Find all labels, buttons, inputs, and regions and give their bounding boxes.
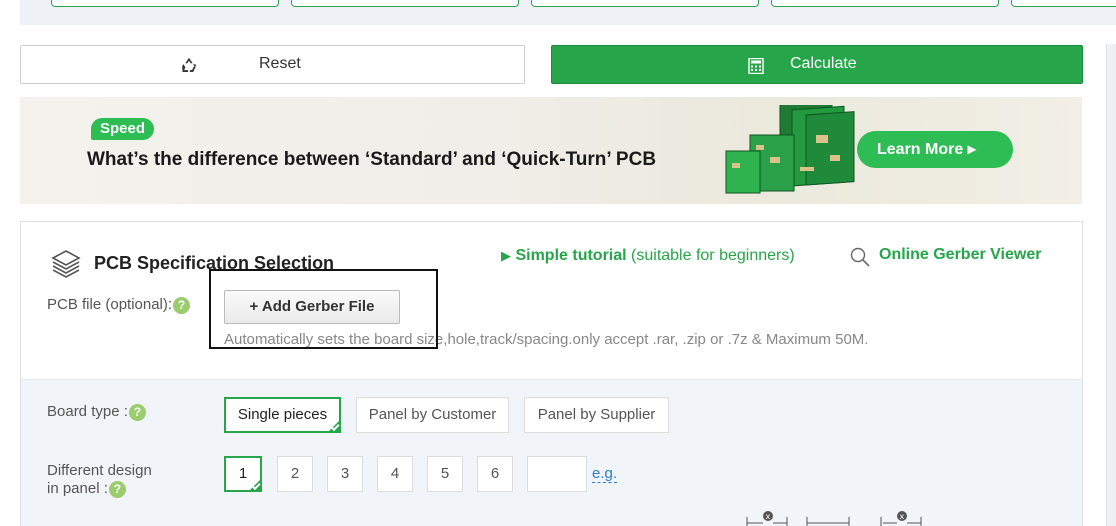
top-option-stub[interactable] (771, 0, 999, 7)
spec-title: PCB Specification Selection (94, 253, 335, 273)
banner-headline: What’s the difference between ‘Standard’… (87, 149, 657, 170)
reset-label: Reset (259, 55, 301, 72)
search-icon (850, 247, 870, 267)
help-icon[interactable]: ? (173, 296, 191, 314)
option-label: 1 (238, 465, 248, 482)
tutorial-link-text: Simple tutorial (515, 247, 627, 264)
play-triangle-icon: ▶ (501, 248, 511, 263)
design-count-custom-input[interactable] (527, 456, 587, 492)
online-gerber-viewer-link[interactable]: Online Gerber Viewer (850, 246, 1042, 267)
add-gerber-file-button[interactable]: + Add Gerber File (224, 290, 400, 324)
svg-text:x: x (900, 512, 905, 521)
top-option-strip (20, 0, 1116, 25)
calculate-label: Calculate (790, 55, 857, 72)
calculator-icon (748, 58, 764, 74)
check-icon (330, 421, 340, 432)
design-count-1[interactable]: 1 (224, 456, 262, 492)
different-design-label-line2: in panel : (47, 480, 108, 497)
example-link[interactable]: e.g. (592, 466, 618, 483)
layers-icon (51, 250, 81, 278)
help-icon[interactable]: ? (128, 403, 146, 421)
design-count-2[interactable]: 2 (277, 456, 313, 492)
simple-tutorial-link[interactable]: ▶ Simple tutorial (suitable for beginner… (501, 247, 795, 265)
pcb-file-label-text: PCB file (optional): (47, 296, 173, 313)
design-count-6[interactable]: 6 (477, 456, 513, 492)
board-type-label: Board type :? (47, 403, 146, 421)
board-type-panel-by-customer[interactable]: Panel by Customer (356, 397, 509, 433)
option-label: 2 (290, 465, 300, 482)
board-type-label-text: Board type : (47, 403, 128, 420)
top-option-stub[interactable] (531, 0, 759, 7)
speed-badge: Speed (91, 118, 155, 140)
right-sidebar-edge (1106, 44, 1116, 526)
option-label: Panel by Customer (368, 406, 497, 423)
help-icon[interactable]: ? (108, 480, 126, 498)
calculate-button[interactable]: Calculate (551, 45, 1083, 84)
option-label: 4 (390, 465, 400, 482)
pcb-boards-image (725, 105, 855, 194)
option-label: 5 (440, 465, 450, 482)
panel-dimension-icons: x x (746, 511, 922, 526)
different-design-label: Different design in panel :? (47, 462, 152, 498)
tutorial-note: (suitable for beginners) (631, 247, 795, 264)
top-option-stub[interactable] (291, 0, 519, 7)
option-label: 3 (340, 465, 350, 482)
board-type-panel-by-supplier[interactable]: Panel by Supplier (524, 397, 669, 433)
design-count-5[interactable]: 5 (427, 456, 463, 492)
board-type-single-pieces[interactable]: Single pieces (224, 397, 341, 433)
check-icon (251, 480, 261, 491)
reset-button[interactable]: Reset (20, 45, 525, 84)
recycle-icon (182, 57, 197, 72)
pcb-spec-panel: PCB Specification Selection ▶ Simple tut… (20, 221, 1083, 526)
top-option-stub[interactable] (51, 0, 279, 7)
option-label: 6 (490, 465, 500, 482)
promo-banner[interactable]: Speed What’s the difference between ‘Sta… (20, 97, 1082, 204)
design-count-3[interactable]: 3 (327, 456, 363, 492)
pcb-file-label: PCB file (optional):? (47, 296, 191, 314)
option-label: Single pieces (237, 406, 328, 423)
different-design-label-line1: Different design (47, 462, 152, 479)
svg-text:x: x (766, 512, 771, 521)
option-label: Panel by Supplier (537, 406, 656, 423)
viewer-link-text: Online Gerber Viewer (879, 246, 1042, 263)
top-option-stub[interactable] (1011, 0, 1116, 7)
learn-more-button[interactable]: Learn More ▸ (857, 131, 1013, 168)
file-upload-hint: Automatically sets the board size,hole,t… (224, 331, 869, 348)
design-count-4[interactable]: 4 (377, 456, 413, 492)
